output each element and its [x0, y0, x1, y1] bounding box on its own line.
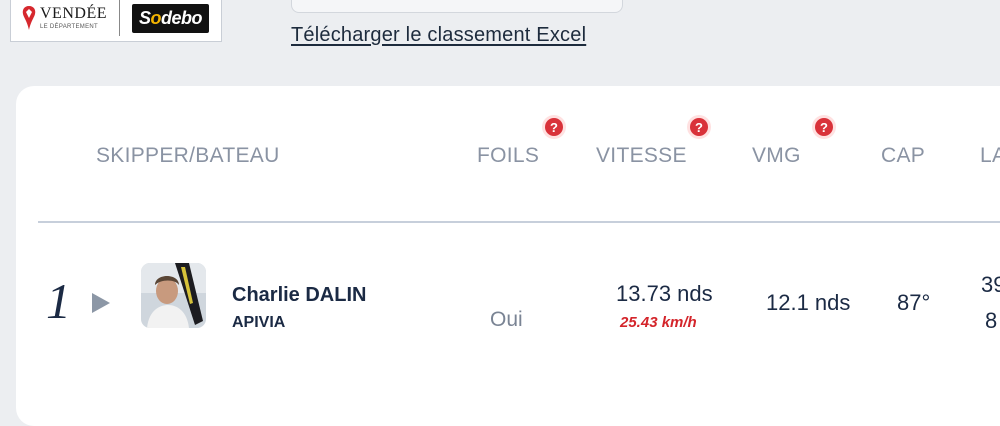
longitude-partial: 8 — [985, 308, 998, 333]
foils-help-icon[interactable]: ? — [542, 115, 566, 139]
latitude-partial: 39 — [981, 272, 1000, 297]
vmg-help-glyph: ? — [815, 118, 833, 136]
column-header-foils[interactable]: FOILS — [477, 144, 539, 168]
column-header-speed[interactable]: VITESSE — [596, 144, 687, 168]
column-header-latitude[interactable]: LA — [980, 144, 1000, 168]
speed-kmh: 25.43 km/h — [620, 314, 697, 331]
foils-help-glyph: ? — [545, 118, 563, 136]
download-excel-link[interactable]: Télécharger le classement Excel — [291, 24, 586, 47]
sponsor-logos: VENDÉE LE DÉPARTEMENT Sodebo — [10, 0, 222, 42]
speed-help-glyph: ? — [690, 118, 708, 136]
vmg-value: 12.1 nds — [766, 290, 851, 315]
filter-field[interactable] — [291, 0, 623, 13]
sodebo-logo: Sodebo — [131, 3, 209, 33]
rank-number: 1 — [46, 273, 71, 329]
foils-value: Oui — [490, 308, 523, 331]
skipper-name[interactable]: Charlie DALIN — [232, 284, 366, 307]
vendee-name: VENDÉE — [40, 5, 107, 22]
speed-help-icon[interactable]: ? — [687, 115, 711, 139]
sodebo-suffix: debo — [161, 7, 203, 28]
heading-value: 87° — [897, 290, 931, 315]
boat-name: APIVIA — [232, 314, 286, 331]
logo-divider — [118, 0, 120, 36]
column-header-heading[interactable]: CAP — [881, 144, 925, 168]
header-divider — [38, 221, 1000, 223]
ranking-card — [16, 86, 1000, 426]
speed-knots: 13.73 nds — [616, 281, 713, 306]
sodebo-o: o — [150, 7, 162, 28]
vendee-heart-icon — [22, 6, 36, 30]
sodebo-prefix: S — [138, 7, 151, 28]
vendee-subtitle: LE DÉPARTEMENT — [40, 24, 98, 30]
skipper-photo — [141, 263, 206, 328]
vendee-logo: VENDÉE LE DÉPARTEMENT — [21, 0, 107, 38]
column-header-skipper[interactable]: SKIPPER/BATEAU — [96, 144, 280, 168]
vmg-help-icon[interactable]: ? — [812, 115, 836, 139]
column-header-vmg[interactable]: VMG — [752, 144, 801, 168]
play-icon[interactable] — [90, 291, 112, 315]
skipper-avatar — [141, 263, 206, 328]
